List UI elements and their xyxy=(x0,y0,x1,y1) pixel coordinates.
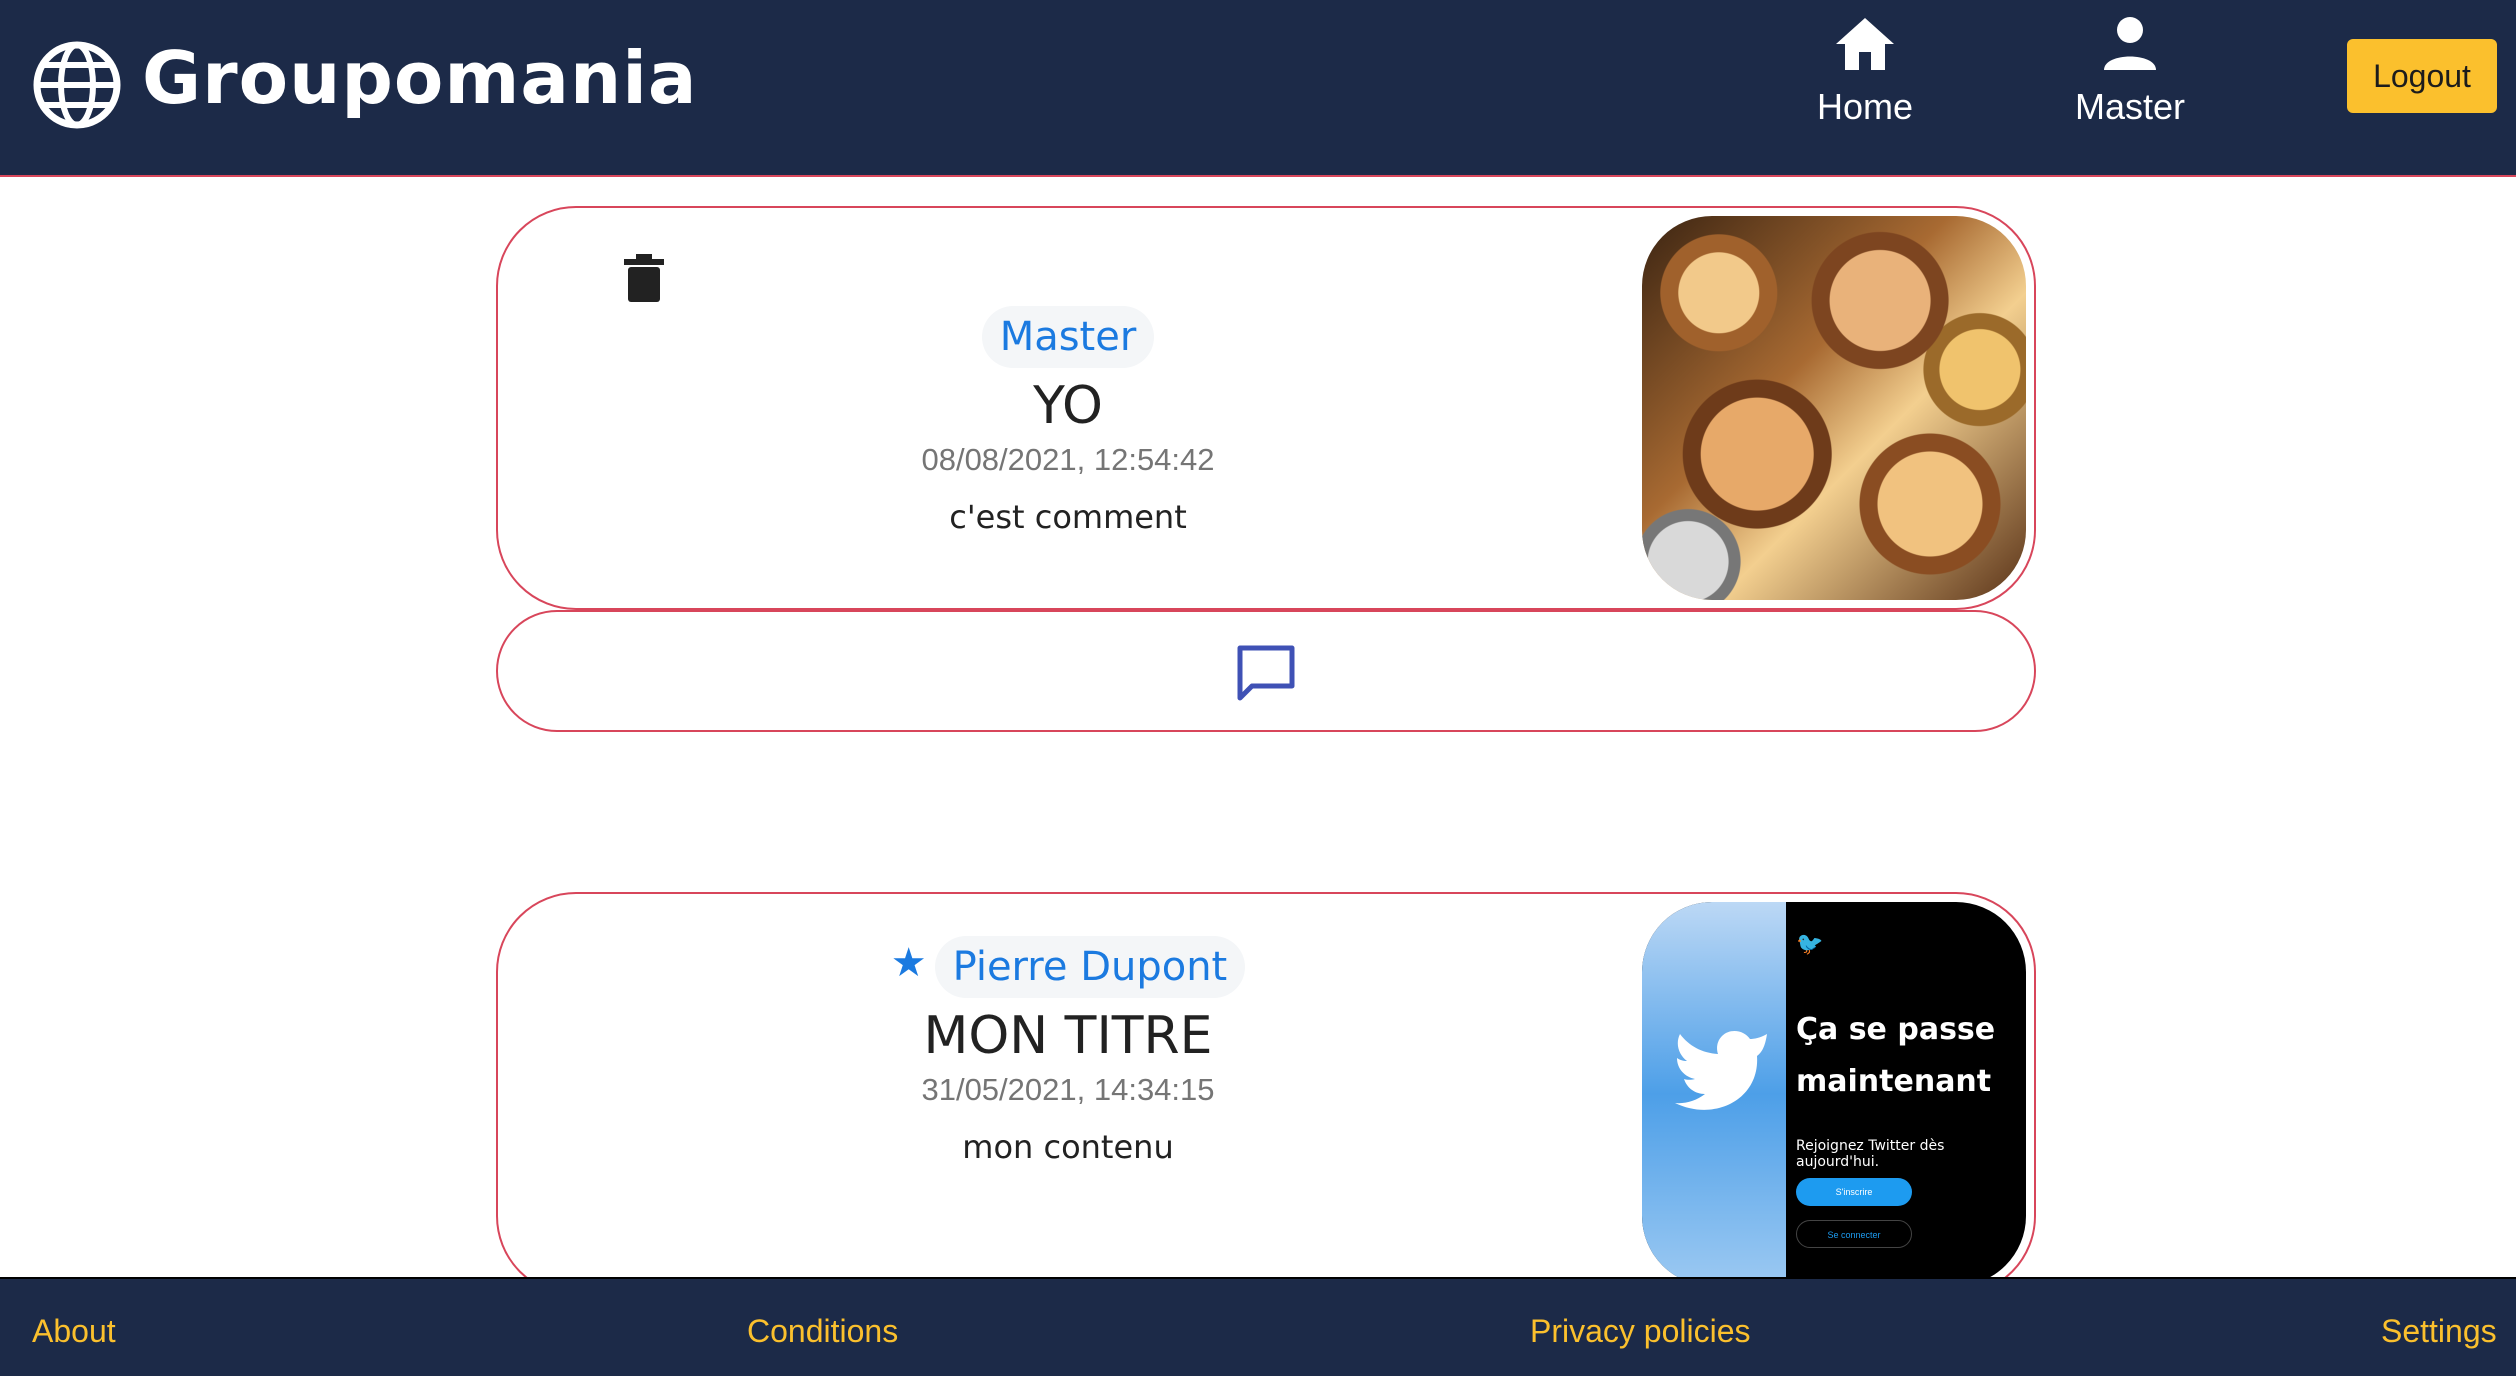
post-title: MON TITRE xyxy=(923,1006,1213,1066)
nav-profile-label: Master xyxy=(2074,86,2186,127)
nav-home[interactable]: Home xyxy=(1805,14,1925,128)
home-icon xyxy=(1836,18,1894,70)
footer-conditions-link[interactable]: Conditions xyxy=(747,1313,898,1350)
comment-toggle-bar[interactable] xyxy=(496,610,2036,732)
logout-button[interactable]: Logout xyxy=(2347,39,2497,113)
twitter-subtext: Rejoignez Twitter dès aujourd'hui. xyxy=(1796,1138,1945,1170)
twitter-signup-button: S'inscrire xyxy=(1796,1178,1912,1206)
footer-about-link[interactable]: About xyxy=(32,1313,116,1350)
post-author[interactable]: Master xyxy=(981,306,1155,368)
post-author[interactable]: Pierre Dupont xyxy=(934,936,1246,998)
post-content: c'est comment xyxy=(949,498,1187,536)
twitter-login-button: Se connecter xyxy=(1796,1220,1912,1248)
post-content: mon contenu xyxy=(962,1128,1174,1166)
app-footer: About Conditions Privacy policies Settin… xyxy=(0,1277,2516,1376)
app-header: Groupomania Home Master Logout xyxy=(0,0,2516,177)
crypto-coins-image xyxy=(1642,216,2026,600)
comment-icon[interactable] xyxy=(1234,642,1298,704)
post-image: 🐦 Ça se passe maintenant Rejoignez Twitt… xyxy=(1642,902,2026,1286)
post-date: 31/05/2021, 14:34:15 xyxy=(921,1072,1215,1107)
twitter-bird-icon xyxy=(1675,1030,1767,1110)
twitter-heading: Ça se passe maintenant xyxy=(1796,1012,1996,1099)
nav-profile[interactable]: Master xyxy=(2060,14,2200,128)
post-image xyxy=(1642,216,2026,600)
post-card: Master YO 08/08/2021, 12:54:42 c'est com… xyxy=(496,206,2036,610)
brand-title: Groupomania xyxy=(142,36,698,120)
trash-icon[interactable] xyxy=(624,254,664,302)
footer-settings-link[interactable]: Settings xyxy=(2381,1313,2497,1350)
post-card: ★ Pierre Dupont MON TITRE 31/05/2021, 14:… xyxy=(496,892,2036,1296)
twitter-logo-text: 🐦 xyxy=(1796,932,1824,957)
post-title: YO xyxy=(1033,376,1103,436)
nav-home-label: Home xyxy=(1816,86,1914,127)
twitter-screenshot-image: 🐦 Ça se passe maintenant Rejoignez Twitt… xyxy=(1642,902,2026,1286)
post-date: 08/08/2021, 12:54:42 xyxy=(921,442,1215,477)
user-icon xyxy=(2104,17,2156,70)
footer-privacy-link[interactable]: Privacy policies xyxy=(1530,1313,1751,1350)
star-icon: ★ xyxy=(890,941,927,985)
globe-icon xyxy=(33,41,121,129)
